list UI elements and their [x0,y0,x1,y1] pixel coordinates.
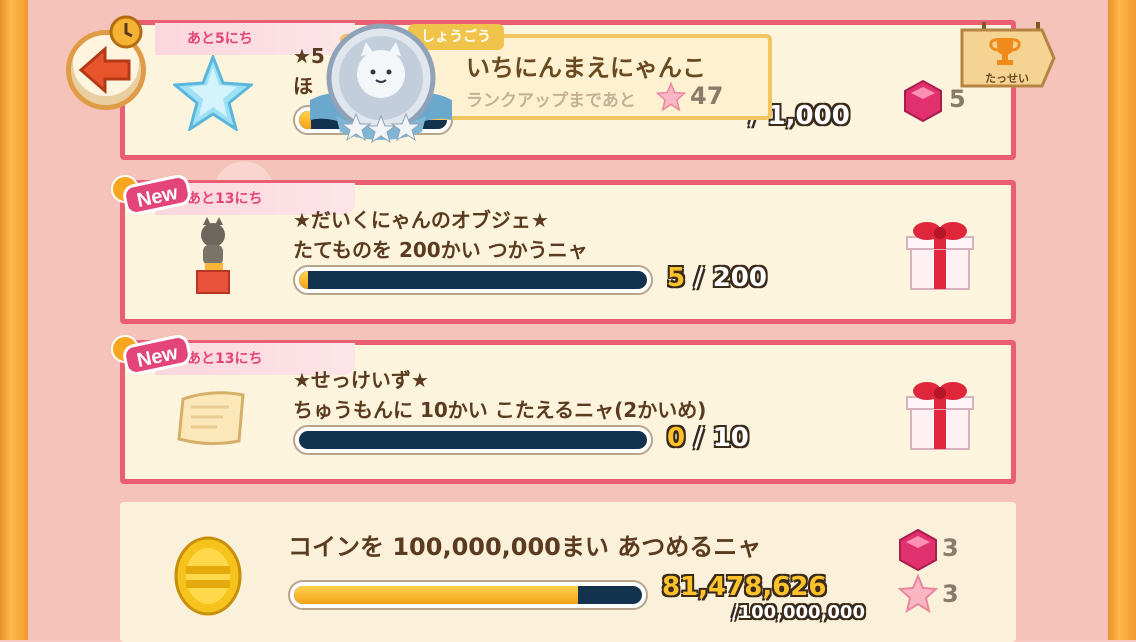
star-reward-count: 3 [942,580,959,608]
target-coins: /100,000,000 [732,602,865,623]
gem-icon [904,79,942,123]
clock-icon [109,15,143,49]
progress-fill [294,586,578,604]
mission-card-3[interactable]: あと13にち New ★せっけいず★ ちゅうもんに 10かい こたえるニャ(2か… [111,335,1016,484]
mission-title: ★せっけいず★ [293,368,429,392]
mission-description: ちゅうもんに 10かい こたえるニャ(2かいめ) [293,398,707,422]
new-badge: New [111,335,191,375]
progress-fill [299,271,308,289]
mission-card-4[interactable]: コインを 100,000,000まい あつめるニャ 81,478,626 /10… [120,502,1016,642]
mission-card-2[interactable]: あと13にち New ★だいくにゃんのオブジェ★ たてものを 200かい つかう… [111,175,1016,324]
mission-title: ★だいくにゃんのオブジェ★ [293,208,549,232]
rank-up-count: 47 [690,82,724,110]
gem-icon [899,528,937,572]
pink-star-icon [898,574,938,614]
progress-bar [293,425,653,455]
right-frame [1108,0,1136,640]
mission-description: たてものを 200かい つかうニャ [293,238,588,262]
gem-reward-count: 3 [942,534,959,562]
progress-text: 5 / 200 [667,263,767,293]
blue-star-icon [173,55,253,131]
progress-bar [288,580,648,610]
achievement-label: たっせい [985,72,1029,85]
progress-bar [293,265,653,295]
silver-cat-medal-icon [310,23,452,144]
gift-box-icon[interactable] [905,217,975,291]
rank-title: いちにんまえにゃんこ [466,54,706,82]
blueprint-scroll-icon [177,391,245,446]
achievement-button[interactable]: たっせい [960,22,1056,92]
rank-up-text: ランクアップまであと [466,91,636,111]
progress-text: 0 / 10 [667,423,749,453]
gold-coin-icon [174,536,242,616]
trophy-icon [989,38,1021,65]
current-coins: 81,478,626 [662,572,827,602]
new-badge: New [111,175,191,215]
pink-star-icon [656,82,686,112]
mission-title: コインを 100,000,000まい あつめるニャ [288,533,762,561]
gift-box-icon[interactable] [905,377,975,451]
left-frame [0,0,28,640]
carpenter-cat-statue-icon [196,217,230,294]
